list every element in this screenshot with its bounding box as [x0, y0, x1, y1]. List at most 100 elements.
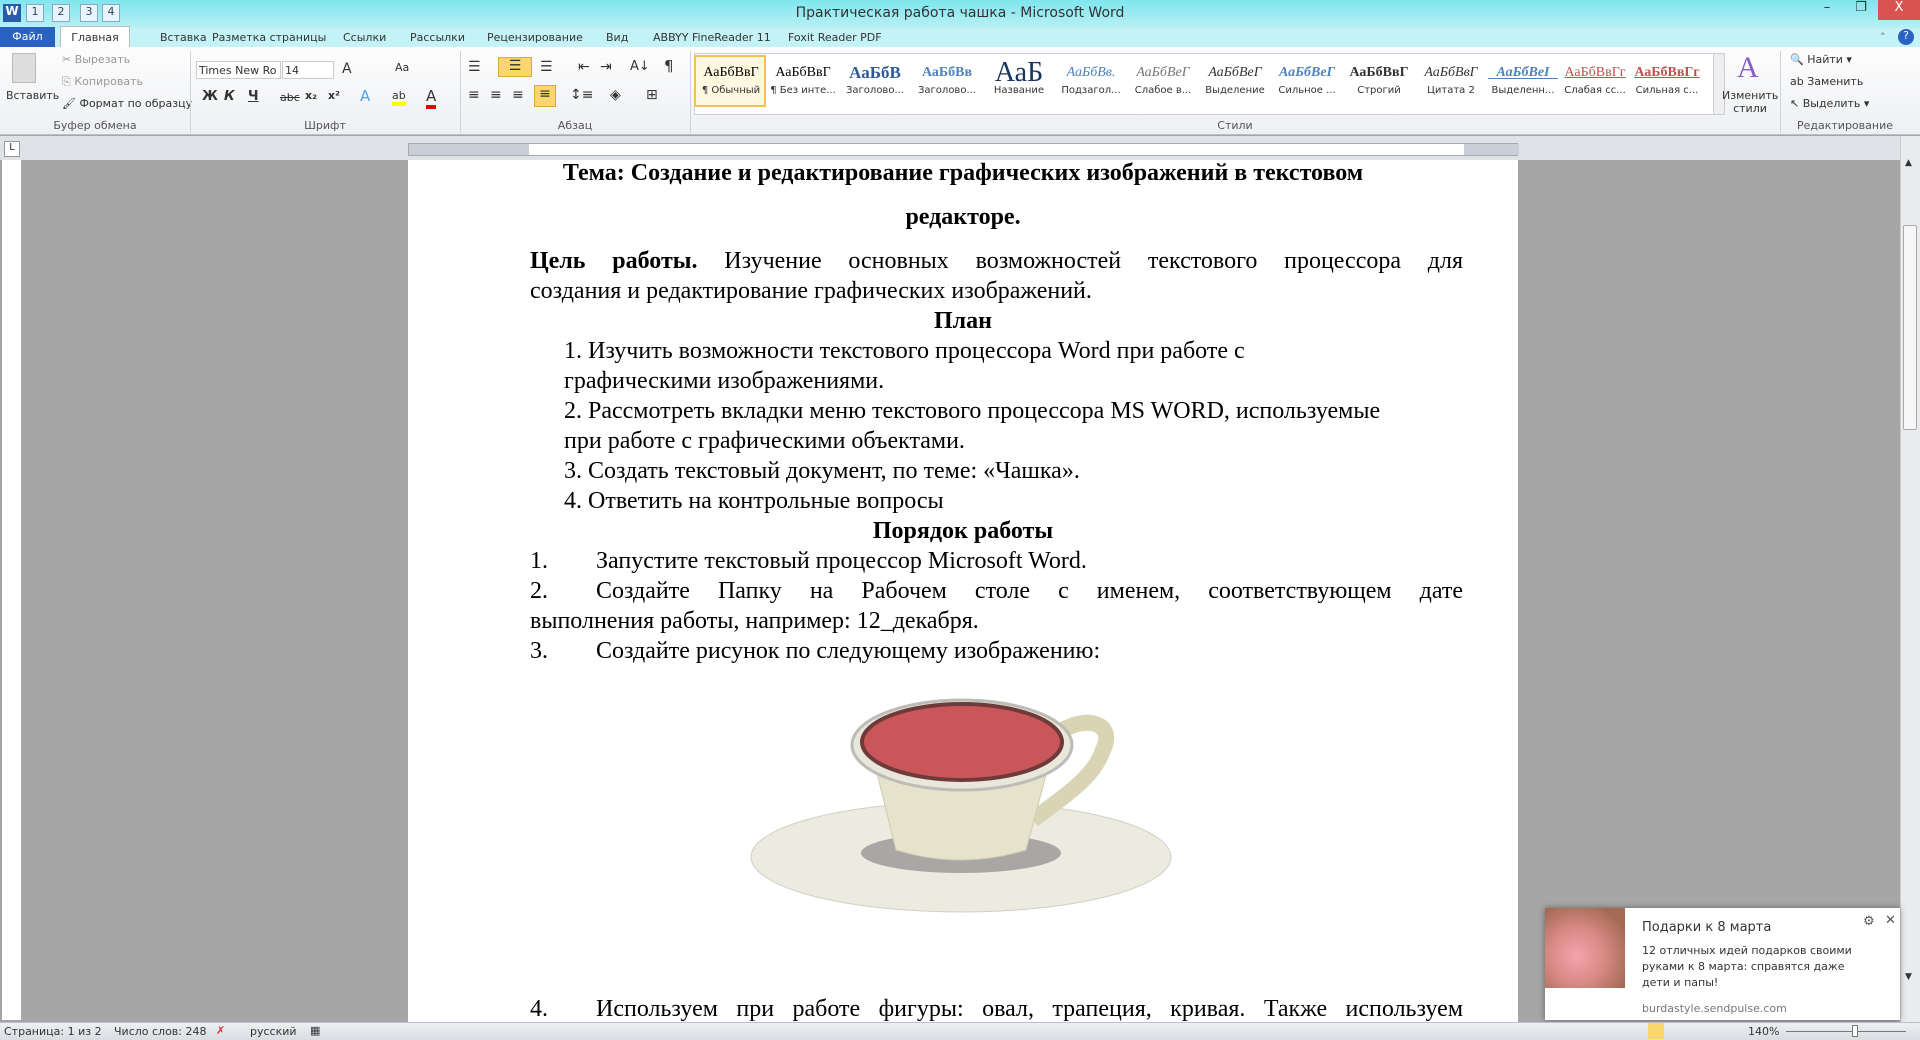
- style-name: Сильное ...: [1278, 85, 1336, 96]
- step-text: Создайте рисунок по следующему изображен…: [596, 638, 1101, 664]
- scroll-down-icon[interactable]: ▼: [1905, 972, 1912, 982]
- doc-title-line2: редакторе.: [905, 204, 1021, 230]
- document-page[interactable]: Тема: Создание и редактирование графичес…: [408, 160, 1518, 1022]
- style-1[interactable]: АаБбВвГ ¶ Без инте...: [768, 55, 838, 103]
- close-button[interactable]: X: [1878, 0, 1920, 20]
- tab-insert[interactable]: Вставка: [160, 31, 207, 44]
- font-size-select[interactable]: 14: [282, 61, 334, 79]
- paste-button[interactable]: Вставить: [6, 89, 59, 102]
- page-count[interactable]: Страница: 1 из 2: [4, 1025, 102, 1038]
- zoom-slider-thumb[interactable]: [1852, 1025, 1858, 1037]
- style-9[interactable]: АаБбВвГ Строгий: [1344, 55, 1414, 103]
- zoom-level[interactable]: 140%: [1748, 1025, 1779, 1038]
- line-spacing-icon[interactable]: ↕≡: [570, 87, 593, 103]
- align-right-icon[interactable]: ≡: [512, 87, 524, 103]
- style-11[interactable]: АаБбВеІ Выделенн...: [1488, 55, 1558, 103]
- scroll-up-icon[interactable]: ▲: [1905, 158, 1912, 168]
- align-left-icon[interactable]: ≡: [468, 87, 480, 103]
- align-center-icon[interactable]: ≡: [490, 87, 502, 103]
- increase-indent-icon[interactable]: ⇥: [600, 59, 612, 75]
- superscript-button[interactable]: x²: [328, 89, 340, 102]
- style-3[interactable]: АаБбВв Заголово...: [912, 55, 982, 103]
- gear-icon[interactable]: ⚙: [1863, 914, 1875, 929]
- font-color-icon[interactable]: A: [426, 87, 437, 109]
- scrollbar-thumb[interactable]: [1903, 225, 1917, 430]
- shading-icon[interactable]: ◈: [610, 87, 621, 103]
- close-icon[interactable]: ✕: [1885, 913, 1896, 928]
- style-4[interactable]: АаБ Название: [984, 55, 1054, 103]
- tab-home[interactable]: Главная: [60, 26, 130, 48]
- borders-icon[interactable]: ⊞: [646, 87, 658, 103]
- select-button[interactable]: ↖ Выделить ▾: [1790, 97, 1869, 110]
- style-0[interactable]: АаБбВвГ ¶ Обычный: [696, 55, 766, 103]
- tea-surface: [860, 702, 1064, 782]
- style-10[interactable]: АаБбВвГ Цитата 2: [1416, 55, 1486, 103]
- step-text: выполнения работы, например: 12_декабря.: [530, 608, 979, 634]
- step-text: Используем при работе фигуры: овал, трап…: [596, 996, 1463, 1022]
- grow-font-button[interactable]: A: [342, 61, 352, 77]
- notification-popup[interactable]: Подарки к 8 марта 12 отличных идей подар…: [1545, 908, 1900, 1020]
- tab-abbyy[interactable]: ABBYY FineReader 11: [653, 31, 771, 44]
- word-count[interactable]: Число слов: 248: [114, 1025, 207, 1038]
- strikethrough-button[interactable]: abc: [280, 91, 300, 104]
- bullets-icon[interactable]: ☰: [468, 59, 481, 75]
- step-number: 2.: [530, 578, 548, 604]
- justify-icon[interactable]: ≡: [534, 85, 556, 107]
- format-painter-button[interactable]: 🖌 Формат по образцу: [62, 97, 192, 110]
- tab-review[interactable]: Рецензирование: [487, 31, 583, 44]
- style-12[interactable]: АаБбВвГг Слабая сс...: [1560, 55, 1630, 103]
- goal-text: Изучение основных возможностей текстовог…: [697, 248, 1464, 274]
- style-7[interactable]: АаБбВеГ Выделение: [1200, 55, 1270, 103]
- show-marks-button[interactable]: ¶: [664, 57, 674, 75]
- vertical-ruler[interactable]: [2, 160, 22, 1020]
- language[interactable]: русский: [250, 1025, 297, 1038]
- zoom-slider[interactable]: [1786, 1031, 1906, 1032]
- style-name: Цитата 2: [1427, 85, 1475, 96]
- proofing-icon[interactable]: ✗: [216, 1024, 225, 1037]
- find-button[interactable]: 🔍 Найти ▾: [1790, 53, 1852, 66]
- bold-button[interactable]: Ж: [202, 89, 218, 104]
- restore-button[interactable]: ❐: [1844, 0, 1878, 20]
- plan-item: 4. Ответить на контрольные вопросы: [564, 488, 944, 514]
- tab-mailings[interactable]: Рассылки: [410, 31, 465, 44]
- paste-icon[interactable]: [12, 53, 36, 83]
- help-icon[interactable]: ?: [1898, 29, 1914, 45]
- macro-icon[interactable]: ▦: [310, 1024, 320, 1037]
- style-13[interactable]: АаБбВвГг Сильная с...: [1632, 55, 1702, 103]
- minimize-button[interactable]: –: [1810, 0, 1844, 20]
- style-name: Подзагол...: [1061, 85, 1121, 96]
- italic-button[interactable]: К: [224, 89, 235, 104]
- font-name-select[interactable]: Times New Ro: [196, 61, 281, 79]
- change-case-button[interactable]: Aa: [395, 61, 409, 74]
- tab-references[interactable]: Ссылки: [343, 31, 386, 44]
- highlight-icon[interactable]: ab: [392, 89, 406, 106]
- tab-file[interactable]: Файл: [0, 27, 55, 47]
- replace-button[interactable]: ab Заменить: [1790, 75, 1863, 88]
- sort-icon[interactable]: A↓: [630, 59, 650, 74]
- change-styles-icon[interactable]: A: [1737, 51, 1759, 85]
- subscript-button[interactable]: x₂: [305, 89, 317, 102]
- change-styles-button[interactable]: Изменить стили: [1722, 89, 1778, 115]
- collapse-ribbon-icon[interactable]: ˄: [1880, 31, 1886, 44]
- copy-button[interactable]: ⎘ Копировать: [62, 75, 143, 89]
- style-sample: АаБбВвГ: [1424, 65, 1478, 80]
- tab-selector-icon[interactable]: L: [4, 141, 20, 157]
- style-6[interactable]: АаБбВеГ Слабое в...: [1128, 55, 1198, 103]
- print-layout-icon[interactable]: [1648, 1023, 1664, 1039]
- style-name: ¶ Без инте...: [770, 85, 836, 96]
- clipboard-group-label: Буфер обмена: [53, 119, 137, 132]
- tab-page-layout[interactable]: Разметка страницы: [212, 31, 326, 44]
- style-2[interactable]: АаБбВ Заголово...: [840, 55, 910, 103]
- cut-button[interactable]: ✂ Вырезать: [62, 53, 130, 66]
- notification-source: burdastyle.sendpulse.com: [1642, 1002, 1787, 1015]
- horizontal-ruler[interactable]: [408, 143, 1519, 156]
- decrease-indent-icon[interactable]: ⇤: [578, 59, 590, 75]
- tab-foxit[interactable]: Foxit Reader PDF: [788, 31, 882, 44]
- text-effects-icon[interactable]: A: [360, 87, 370, 105]
- underline-button[interactable]: Ч: [248, 89, 259, 104]
- style-5[interactable]: АаБбВв. Подзагол...: [1056, 55, 1126, 103]
- multilevel-list-icon[interactable]: ☰: [540, 59, 553, 75]
- style-8[interactable]: АаБбВеГ Сильное ...: [1272, 55, 1342, 103]
- numbering-icon[interactable]: ☰: [498, 57, 532, 77]
- tab-view[interactable]: Вид: [606, 31, 628, 44]
